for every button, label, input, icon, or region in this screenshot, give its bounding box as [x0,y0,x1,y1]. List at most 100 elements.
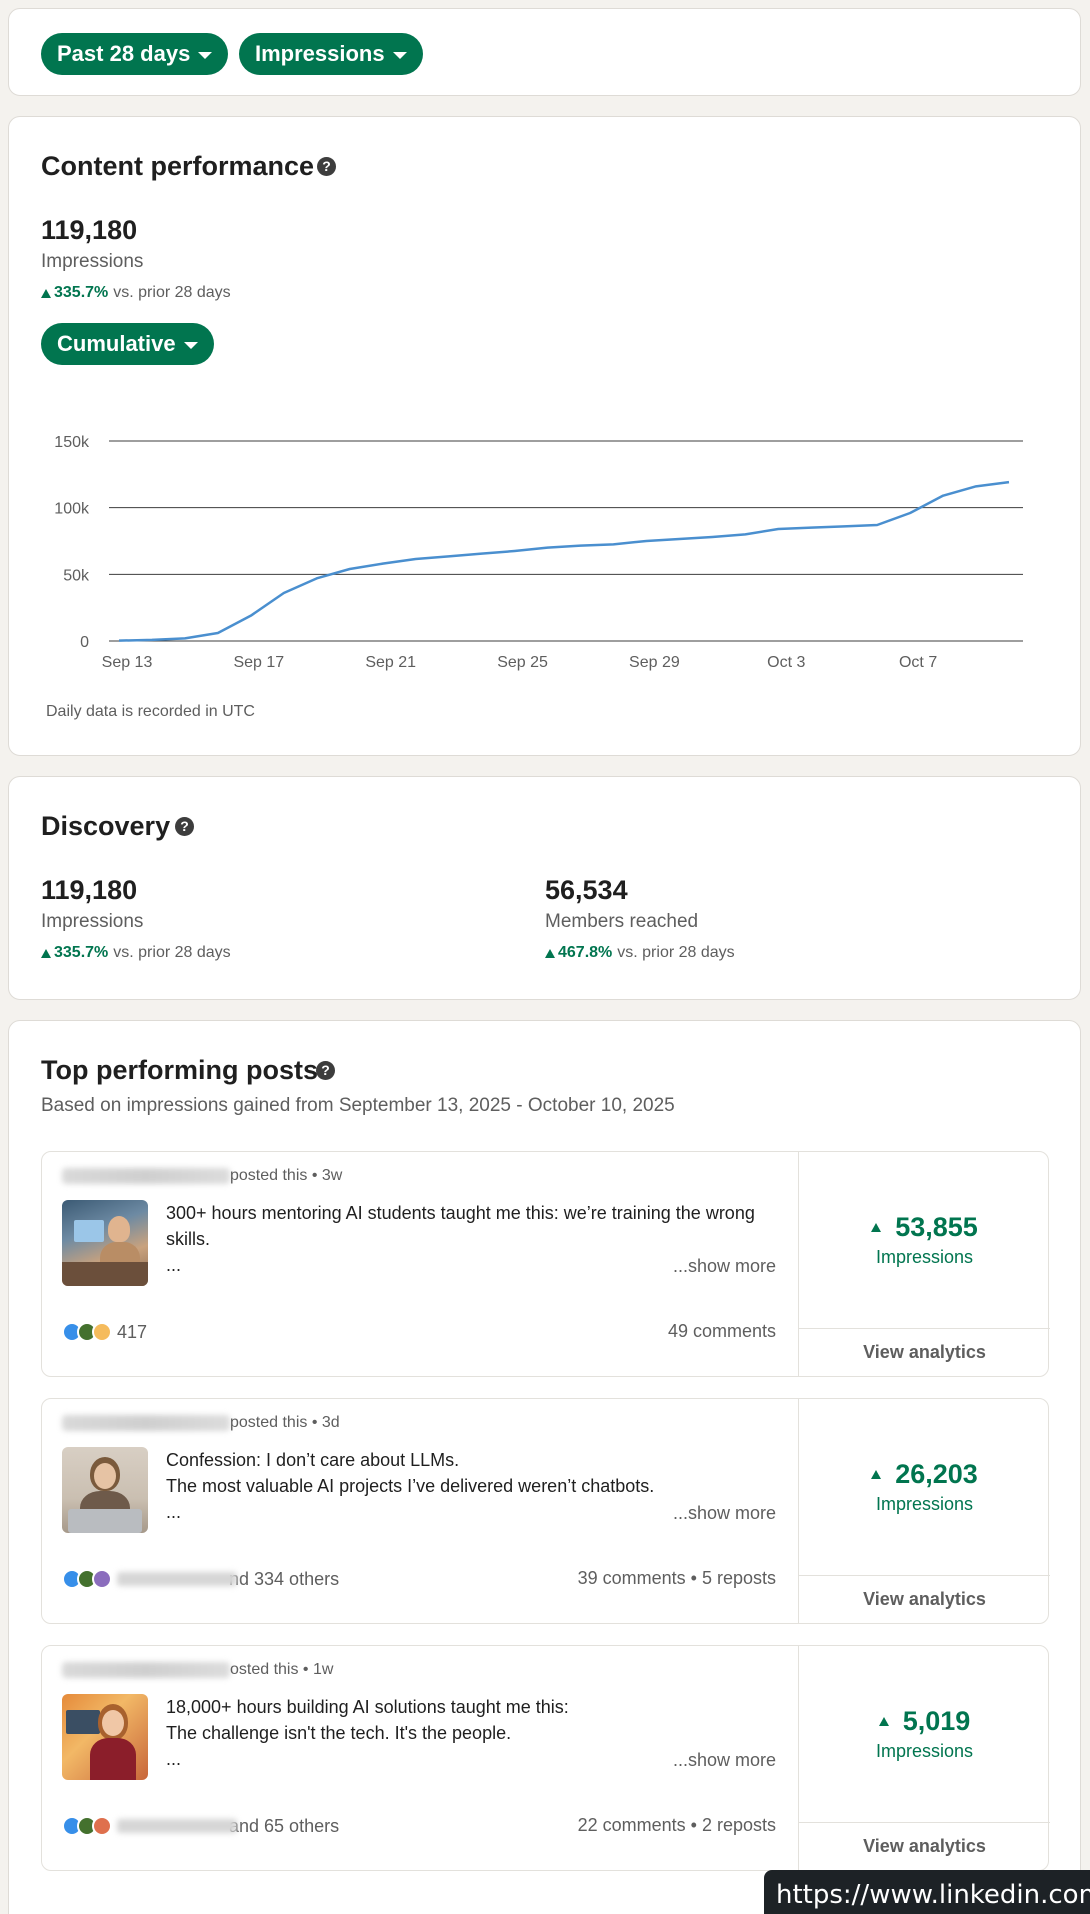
impressions-label: Impressions [41,251,144,272]
reaction-count: and 65 others [229,1815,340,1836]
show-more-link[interactable]: ...show more [673,1503,776,1524]
post-impressions: 5,019 [878,1706,970,1737]
date-range-dropdown[interactable]: Past 28 days [41,33,229,75]
caret-down-icon [198,51,213,59]
reactions-row[interactable]: 417 [62,1320,147,1344]
post-card[interactable]: posted this • 3d Confession: I don’t car… [41,1398,1050,1624]
cumulative-label: Cumulative [57,331,176,356]
members-reached-label: Members reached [545,911,699,932]
reaction-count: 417 [117,1321,148,1342]
post-text-line: The challenge isn't the tech. It's the p… [166,1723,512,1743]
help-icon[interactable]: ? [316,1061,335,1080]
utc-note: Daily data is recorded in UTC [46,703,255,720]
trend-up-icon [41,948,51,958]
impressions-delta: 335.7% vs. prior 28 days [41,284,231,302]
delta-percent: 335.7% [54,284,109,301]
impressions-chart: 0 50k 100k 150k Sep 13 Sep 17 Sep 21 Sep 25 Sep … [54,434,1023,671]
discovery-impressions-delta: 335.7% vs. prior 28 days [41,944,231,962]
members-reached-value: 56,534 [545,875,628,905]
top-posts-card: Top performing posts ? Based on impressi… [8,1020,1081,1914]
post-metrics: 53,855 Impressions View analytics [798,1152,1050,1376]
help-icon[interactable]: ? [317,157,336,176]
members-reached-delta: 467.8% vs. prior 28 days [545,944,735,962]
discovery-impressions-value: 119,180 [41,875,138,905]
caret-down-icon [183,341,198,349]
view-analytics-button[interactable]: View analytics [799,1575,1050,1623]
post-impressions-label: Impressions [875,1494,974,1514]
trend-up-icon [41,288,51,298]
trend-up-icon [878,1717,889,1726]
author-name-redacted [62,1662,230,1678]
reaction-count: nd 334 others [229,1568,340,1589]
post-card[interactable]: posted this • 3w 300+ hours mentoring AI… [41,1151,1050,1377]
view-analytics-button[interactable]: View analytics [799,1328,1050,1376]
y-tick-label: 0 [80,634,89,651]
comments-count[interactable]: 22 comments • 2 reposts [578,1815,776,1836]
x-tick-label: Oct 7 [899,654,937,671]
posted-meta: posted this • 3w [230,1167,343,1184]
x-tick-label: Oct 3 [767,654,805,671]
reactor-name-redacted [117,1572,237,1586]
caret-down-icon [392,51,407,59]
trend-up-icon [871,1223,882,1232]
y-tick-label: 150k [54,434,90,451]
series-line [118,480,1010,642]
reactions-row[interactable]: nd 334 others [62,1567,339,1591]
post-impressions: 53,855 [871,1212,978,1243]
post-impressions: 26,203 [871,1459,978,1490]
x-tick-label: Sep 21 [365,654,416,671]
x-tick-label: Sep 17 [233,654,284,671]
post-thumbnail[interactable] [62,1447,148,1533]
help-icon[interactable]: ? [175,817,194,836]
impressions-value: 119,180 [41,215,138,245]
post-text-line: Confession: I don’t care about LLMs. [166,1450,460,1470]
post-card[interactable]: osted this • 1w 18,000+ hours building A… [41,1645,1050,1871]
x-tick-label: Sep 29 [629,654,680,671]
x-tick-label: Sep 13 [102,654,153,671]
content-performance-title: Content performance [41,151,315,181]
reactions-row[interactable]: and 65 others [62,1814,339,1838]
comments-count[interactable]: 49 comments [668,1321,776,1342]
impressions-box: 26,203 Impressions [799,1399,1050,1575]
post-text-line: 18,000+ hours building AI solutions taug… [166,1697,569,1717]
post-thumbnail[interactable] [62,1694,148,1780]
date-range-label: Past 28 days [57,41,191,66]
delta-text: vs. prior 28 days [617,944,735,961]
love-reaction-icon [92,1816,112,1836]
cumulative-dropdown[interactable]: Cumulative [41,323,214,365]
discovery-card: Discovery ? 119,180 Impressions 335.7% v… [8,776,1081,1000]
view-analytics-button[interactable]: View analytics [799,1822,1050,1870]
posted-meta: osted this • 1w [230,1661,334,1678]
show-more-link[interactable]: ...show more [673,1750,776,1771]
impressions-box: 53,855 Impressions [799,1152,1050,1328]
status-url-tooltip: https://www.linkedin.com/ar [764,1870,1090,1914]
trend-up-icon [871,1470,882,1479]
y-tick-label: 50k [63,567,90,584]
insightful-reaction-icon [92,1322,112,1342]
comments-count[interactable]: 39 comments • 5 reposts [578,1568,776,1589]
post-thumbnail[interactable] [62,1200,148,1286]
show-more-link[interactable]: ...show more [673,1256,776,1277]
trend-up-icon [545,948,555,958]
post-text-line: 300+ hours mentoring AI students taught … [166,1203,755,1249]
author-name-redacted [62,1415,230,1431]
reactor-name-redacted [117,1819,237,1833]
delta-percent: 335.7% [54,944,109,961]
discovery-impressions-label: Impressions [41,911,144,932]
impressions-box: 5,019 Impressions [799,1646,1050,1822]
post-impressions-label: Impressions [875,1741,974,1761]
delta-percent: 467.8% [558,944,613,961]
y-tick-label: 100k [54,501,90,518]
metric-dropdown[interactable]: Impressions [239,33,423,75]
top-posts-subtitle: Based on impressions gained from Septemb… [41,1095,675,1116]
post-content: osted this • 1w 18,000+ hours building A… [42,1646,798,1870]
metric-label: Impressions [255,41,385,66]
posted-meta: posted this • 3d [230,1414,340,1431]
post-impressions-value: 53,855 [895,1212,978,1242]
post-content: posted this • 3w 300+ hours mentoring AI… [42,1152,798,1376]
post-content: posted this • 3d Confession: I don’t car… [42,1399,798,1623]
post-impressions-value: 26,203 [895,1459,978,1489]
author-name-redacted [62,1168,230,1184]
filter-card: Past 28 days Impressions [8,8,1081,96]
post-metrics: 26,203 Impressions View analytics [798,1399,1050,1623]
